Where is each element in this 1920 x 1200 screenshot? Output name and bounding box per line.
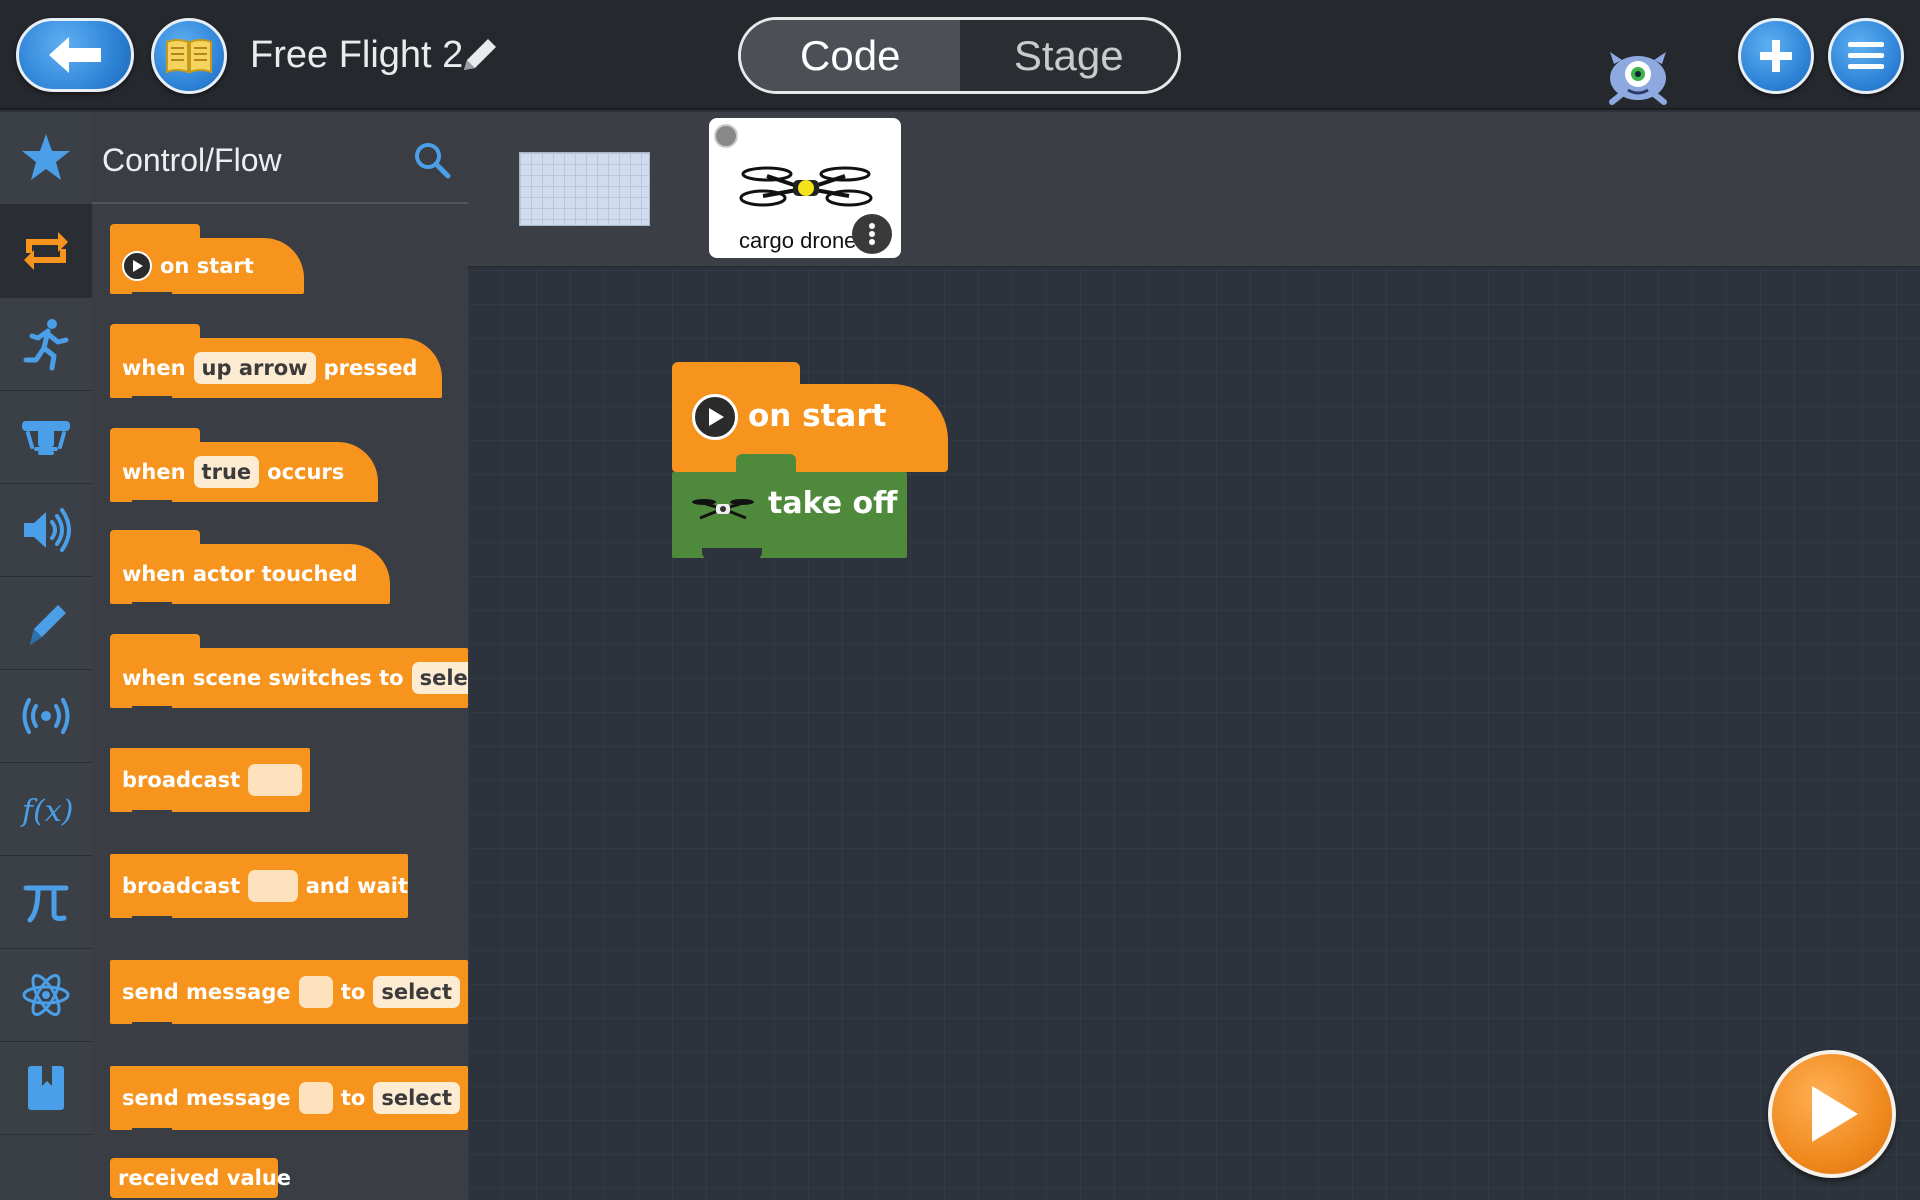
category-rail: f(x) <box>0 112 92 1200</box>
block-label: when <box>122 460 186 484</box>
loop-arrows-icon <box>24 232 68 270</box>
speaker-icon <box>24 508 71 552</box>
drone-icon <box>692 499 754 520</box>
script-block-label: take off <box>768 486 898 521</box>
plus-icon <box>1760 40 1792 72</box>
category-pen[interactable] <box>0 577 92 670</box>
play-icon <box>692 394 738 440</box>
stage-thumbnail[interactable] <box>519 152 650 226</box>
block-label: send message <box>122 980 291 1004</box>
palette-block-when-occurs[interactable]: when true occurs <box>110 428 378 508</box>
palette-block-on-start[interactable]: on start <box>110 224 304 300</box>
pencil-icon[interactable] <box>458 36 502 76</box>
target-select[interactable]: select <box>373 1082 460 1114</box>
more-options-icon[interactable] <box>852 214 892 254</box>
mascot-monster-icon[interactable] <box>1600 44 1676 110</box>
broadcast-icon <box>22 698 70 734</box>
block-label: when <box>122 356 186 380</box>
block-label: pressed <box>323 356 418 380</box>
category-control-flow[interactable] <box>0 205 92 298</box>
actor-status-dot <box>714 124 738 148</box>
pi-icon <box>23 885 69 923</box>
actor-card-cargo-drone[interactable]: cargo drone <box>709 118 901 258</box>
svg-text:f(x): f(x) <box>20 794 73 829</box>
category-messages[interactable] <box>0 670 92 763</box>
message-slot[interactable] <box>298 1082 333 1114</box>
message-slot[interactable] <box>248 764 302 796</box>
run-button[interactable] <box>1768 1050 1896 1178</box>
palette-block-when-key-pressed[interactable]: when up arrow pressed <box>110 324 442 404</box>
message-slot[interactable] <box>248 870 298 902</box>
cargo-drone-icon <box>739 166 873 207</box>
tab-code[interactable]: Code <box>741 20 960 91</box>
block-label: when scene switches to <box>122 666 404 690</box>
bookmark-icon <box>28 1066 64 1110</box>
category-physics[interactable] <box>0 949 92 1042</box>
palette-header: Control/Flow <box>92 112 468 204</box>
atom-icon <box>22 974 70 1016</box>
play-icon <box>1812 1086 1858 1142</box>
category-functions[interactable]: f(x) <box>0 763 92 856</box>
palette-block-received-value[interactable]: received value <box>110 1158 291 1198</box>
script-block-label: on start <box>748 398 887 434</box>
palette-block-send-message-2[interactable]: send message to select <box>110 1066 468 1136</box>
target-select[interactable]: select <box>373 976 460 1008</box>
running-person-icon <box>23 319 69 371</box>
category-sound[interactable] <box>0 484 92 577</box>
back-button[interactable] <box>16 18 134 92</box>
star-icon <box>22 134 70 180</box>
play-icon <box>122 251 152 281</box>
script-block-notch <box>702 548 762 560</box>
block-label: received value <box>118 1166 292 1190</box>
message-slot[interactable] <box>298 976 333 1008</box>
project-title[interactable]: Free Flight 2 <box>250 34 463 77</box>
actor-name: cargo drone <box>739 228 857 253</box>
palette-block-broadcast[interactable]: broadcast <box>110 748 310 818</box>
top-bar: Free Flight 2 Code Stage <box>0 0 1920 110</box>
palette-block-scene-switch[interactable]: when scene switches to select <box>110 634 468 714</box>
scene-select[interactable]: select <box>411 662 468 694</box>
add-button[interactable] <box>1738 18 1814 94</box>
search-icon[interactable] <box>412 140 452 180</box>
category-notes[interactable] <box>0 1042 92 1135</box>
condition-slot[interactable]: true <box>193 456 260 488</box>
pen-icon <box>30 605 66 645</box>
block-label: to <box>340 1086 366 1110</box>
function-icon: f(x) <box>20 794 73 829</box>
category-drone[interactable] <box>0 391 92 484</box>
category-math[interactable] <box>0 856 92 949</box>
tab-stage[interactable]: Stage <box>960 20 1179 91</box>
hamburger-icon <box>1848 42 1884 69</box>
block-label: send message <box>122 1086 291 1110</box>
docs-button[interactable] <box>151 18 227 94</box>
block-label: on start <box>160 254 254 278</box>
block-label: occurs <box>267 460 345 484</box>
view-toggle: Code Stage <box>738 17 1181 94</box>
category-favorites[interactable] <box>0 112 92 205</box>
menu-button[interactable] <box>1828 18 1904 94</box>
actor-strip <box>468 112 1920 268</box>
block-label: broadcast <box>122 768 241 792</box>
block-label: when actor touched <box>122 562 358 586</box>
category-motion[interactable] <box>0 298 92 391</box>
drone-part-icon <box>22 421 70 455</box>
palette-block-send-message[interactable]: send message to select <box>110 960 468 1030</box>
block-label: to <box>340 980 366 1004</box>
block-label: and wait <box>305 874 408 898</box>
palette-block-actor-touched[interactable]: when actor touched <box>110 530 390 610</box>
back-arrow-icon <box>49 37 101 73</box>
block-palette[interactable]: Control/Flow on start when up arrow pres… <box>92 112 468 1200</box>
key-select[interactable]: up arrow <box>193 352 316 384</box>
palette-block-broadcast-and-wait[interactable]: broadcast and wait <box>110 854 408 924</box>
palette-title: Control/Flow <box>102 142 282 178</box>
block-label: broadcast <box>122 874 241 898</box>
open-book-icon <box>166 39 212 74</box>
